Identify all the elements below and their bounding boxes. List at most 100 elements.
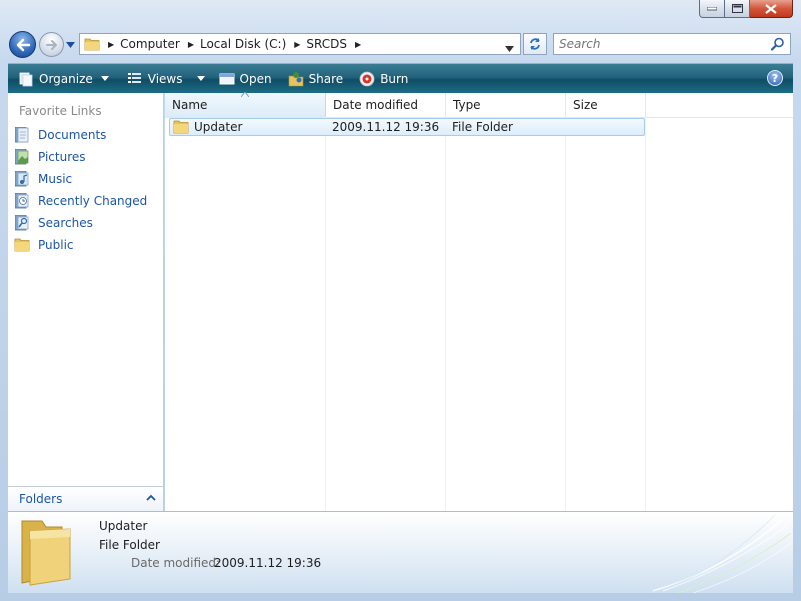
- column-header-type[interactable]: Type: [446, 93, 566, 117]
- open-button[interactable]: Open: [217, 68, 274, 90]
- close-icon: [765, 3, 777, 14]
- decorative-swoosh: [647, 514, 793, 593]
- column-header-label: Size: [573, 98, 598, 112]
- music-icon: [14, 171, 30, 187]
- column-divider: [325, 117, 326, 511]
- column-header-label: Date modified: [333, 98, 419, 112]
- organize-icon: [18, 71, 34, 87]
- column-header-size[interactable]: Size: [566, 93, 646, 117]
- nav-item-label: Public: [38, 238, 74, 252]
- search-icon[interactable]: [771, 37, 785, 51]
- folders-label: Folders: [19, 492, 63, 506]
- address-bar[interactable]: ▶ Computer ▶ Local Disk (C:) ▶ SRCDS ▶: [79, 33, 521, 55]
- breadcrumb-computer[interactable]: ▶ Computer: [100, 37, 180, 51]
- folder-icon: [84, 38, 100, 51]
- pictures-icon: [14, 149, 30, 165]
- forward-arrow-icon: [45, 39, 57, 50]
- nav-item-label: Pictures: [38, 150, 86, 164]
- column-header-date-modified[interactable]: Date modified: [326, 93, 446, 117]
- file-row-updater[interactable]: Updater 2009.11.12 19:36 File Folder: [169, 118, 645, 136]
- refresh-icon: [530, 38, 540, 50]
- details-date-value: 2009.11.12 19:36: [214, 556, 322, 570]
- burn-label: Burn: [380, 71, 409, 86]
- nav-item-documents[interactable]: Documents: [14, 125, 106, 145]
- folder-icon: [173, 120, 189, 134]
- explorer-window: ▶ Computer ▶ Local Disk (C:) ▶ SRCDS ▶ S…: [0, 0, 801, 601]
- nav-item-searches[interactable]: Searches: [14, 213, 93, 233]
- navigation-pane: Favorite Links Documents Pictures Music …: [8, 93, 164, 511]
- nav-item-pictures[interactable]: Pictures: [14, 147, 86, 167]
- chevron-up-icon[interactable]: [146, 494, 156, 501]
- folders-toggle[interactable]: Folders: [8, 486, 163, 511]
- column-header-label: Type: [453, 98, 481, 112]
- back-arrow-icon: [16, 38, 30, 51]
- breadcrumb-label[interactable]: Local Disk (C:): [200, 37, 286, 51]
- chevron-down-icon: [196, 76, 205, 81]
- large-folder-icon: [21, 520, 71, 586]
- share-icon: [288, 71, 304, 87]
- minimize-icon: [707, 6, 717, 10]
- sort-ascending-icon: [241, 92, 249, 97]
- breadcrumb-separator-icon[interactable]: ▶: [355, 40, 361, 49]
- command-bar: Organize Views Open Share Burn ?: [8, 63, 793, 93]
- column-headers: Name Date modified Type Size: [165, 92, 793, 118]
- column-header-label: Name: [172, 98, 208, 112]
- nav-item-recently-changed[interactable]: Recently Changed: [14, 191, 147, 211]
- views-icon: [127, 71, 143, 87]
- details-date-label: Date modified:: [131, 556, 221, 570]
- refresh-button[interactable]: [523, 33, 547, 55]
- breadcrumb-separator-icon[interactable]: ▶: [294, 40, 300, 49]
- chevron-down-icon: [100, 76, 109, 81]
- views-label: Views: [147, 71, 183, 86]
- column-divider: [445, 117, 446, 511]
- close-button[interactable]: [750, 0, 793, 18]
- file-type: File Folder: [452, 120, 513, 134]
- share-button[interactable]: Share: [286, 68, 346, 90]
- chevron-down-icon: [66, 41, 75, 48]
- file-date-modified: 2009.11.12 19:36: [332, 120, 440, 134]
- file-name: Updater: [194, 120, 243, 134]
- searches-icon: [14, 215, 30, 231]
- breadcrumb-srcds[interactable]: ▶ SRCDS ▶: [286, 37, 367, 51]
- open-label: Open: [239, 71, 272, 86]
- nav-item-public[interactable]: Public: [14, 235, 74, 255]
- file-list: Name Date modified Type Size Updater 200…: [165, 92, 793, 511]
- search-input[interactable]: [559, 35, 759, 53]
- organize-button[interactable]: Organize: [16, 68, 111, 90]
- breadcrumb-separator-icon[interactable]: ▶: [188, 40, 194, 49]
- nav-item-label: Music: [38, 172, 73, 186]
- views-button[interactable]: Views: [125, 68, 207, 90]
- back-button[interactable]: [9, 31, 36, 58]
- details-pane: Updater File Folder Date modified: 2009.…: [8, 511, 793, 593]
- help-button[interactable]: ?: [767, 70, 783, 86]
- breadcrumb-local-disk[interactable]: ▶ Local Disk (C:): [180, 37, 286, 51]
- breadcrumb-label[interactable]: SRCDS: [306, 37, 347, 51]
- details-item-name: Updater: [99, 519, 148, 533]
- breadcrumb-label[interactable]: Computer: [120, 37, 180, 51]
- minimize-button[interactable]: [699, 0, 725, 18]
- address-row: ▶ Computer ▶ Local Disk (C:) ▶ SRCDS ▶: [0, 28, 801, 62]
- column-header-name[interactable]: Name: [165, 92, 326, 117]
- file-name-cell[interactable]: Updater: [173, 119, 242, 135]
- share-label: Share: [308, 71, 344, 86]
- nav-item-label: Recently Changed: [38, 194, 148, 208]
- burn-button[interactable]: Burn: [357, 68, 410, 90]
- details-item-type: File Folder: [99, 538, 160, 552]
- forward-button[interactable]: [39, 32, 64, 57]
- search-box[interactable]: [553, 33, 791, 55]
- breadcrumb-separator-icon[interactable]: ▶: [108, 40, 114, 49]
- documents-icon: [14, 127, 30, 143]
- file-date-cell: 2009.11.12 19:36: [332, 119, 439, 135]
- organize-label: Organize: [39, 71, 93, 86]
- maximize-icon: [731, 4, 743, 13]
- burn-icon: [359, 71, 375, 87]
- favorite-links-heading: Favorite Links: [19, 104, 102, 118]
- maximize-button[interactable]: [725, 0, 750, 18]
- caption-buttons: [699, 0, 793, 18]
- address-history-dropdown[interactable]: [505, 41, 514, 55]
- recent-pages-dropdown[interactable]: [66, 40, 75, 49]
- column-divider: [645, 117, 646, 511]
- nav-item-label: Searches: [38, 216, 93, 230]
- recently-changed-icon: [14, 193, 30, 209]
- nav-item-music[interactable]: Music: [14, 169, 72, 189]
